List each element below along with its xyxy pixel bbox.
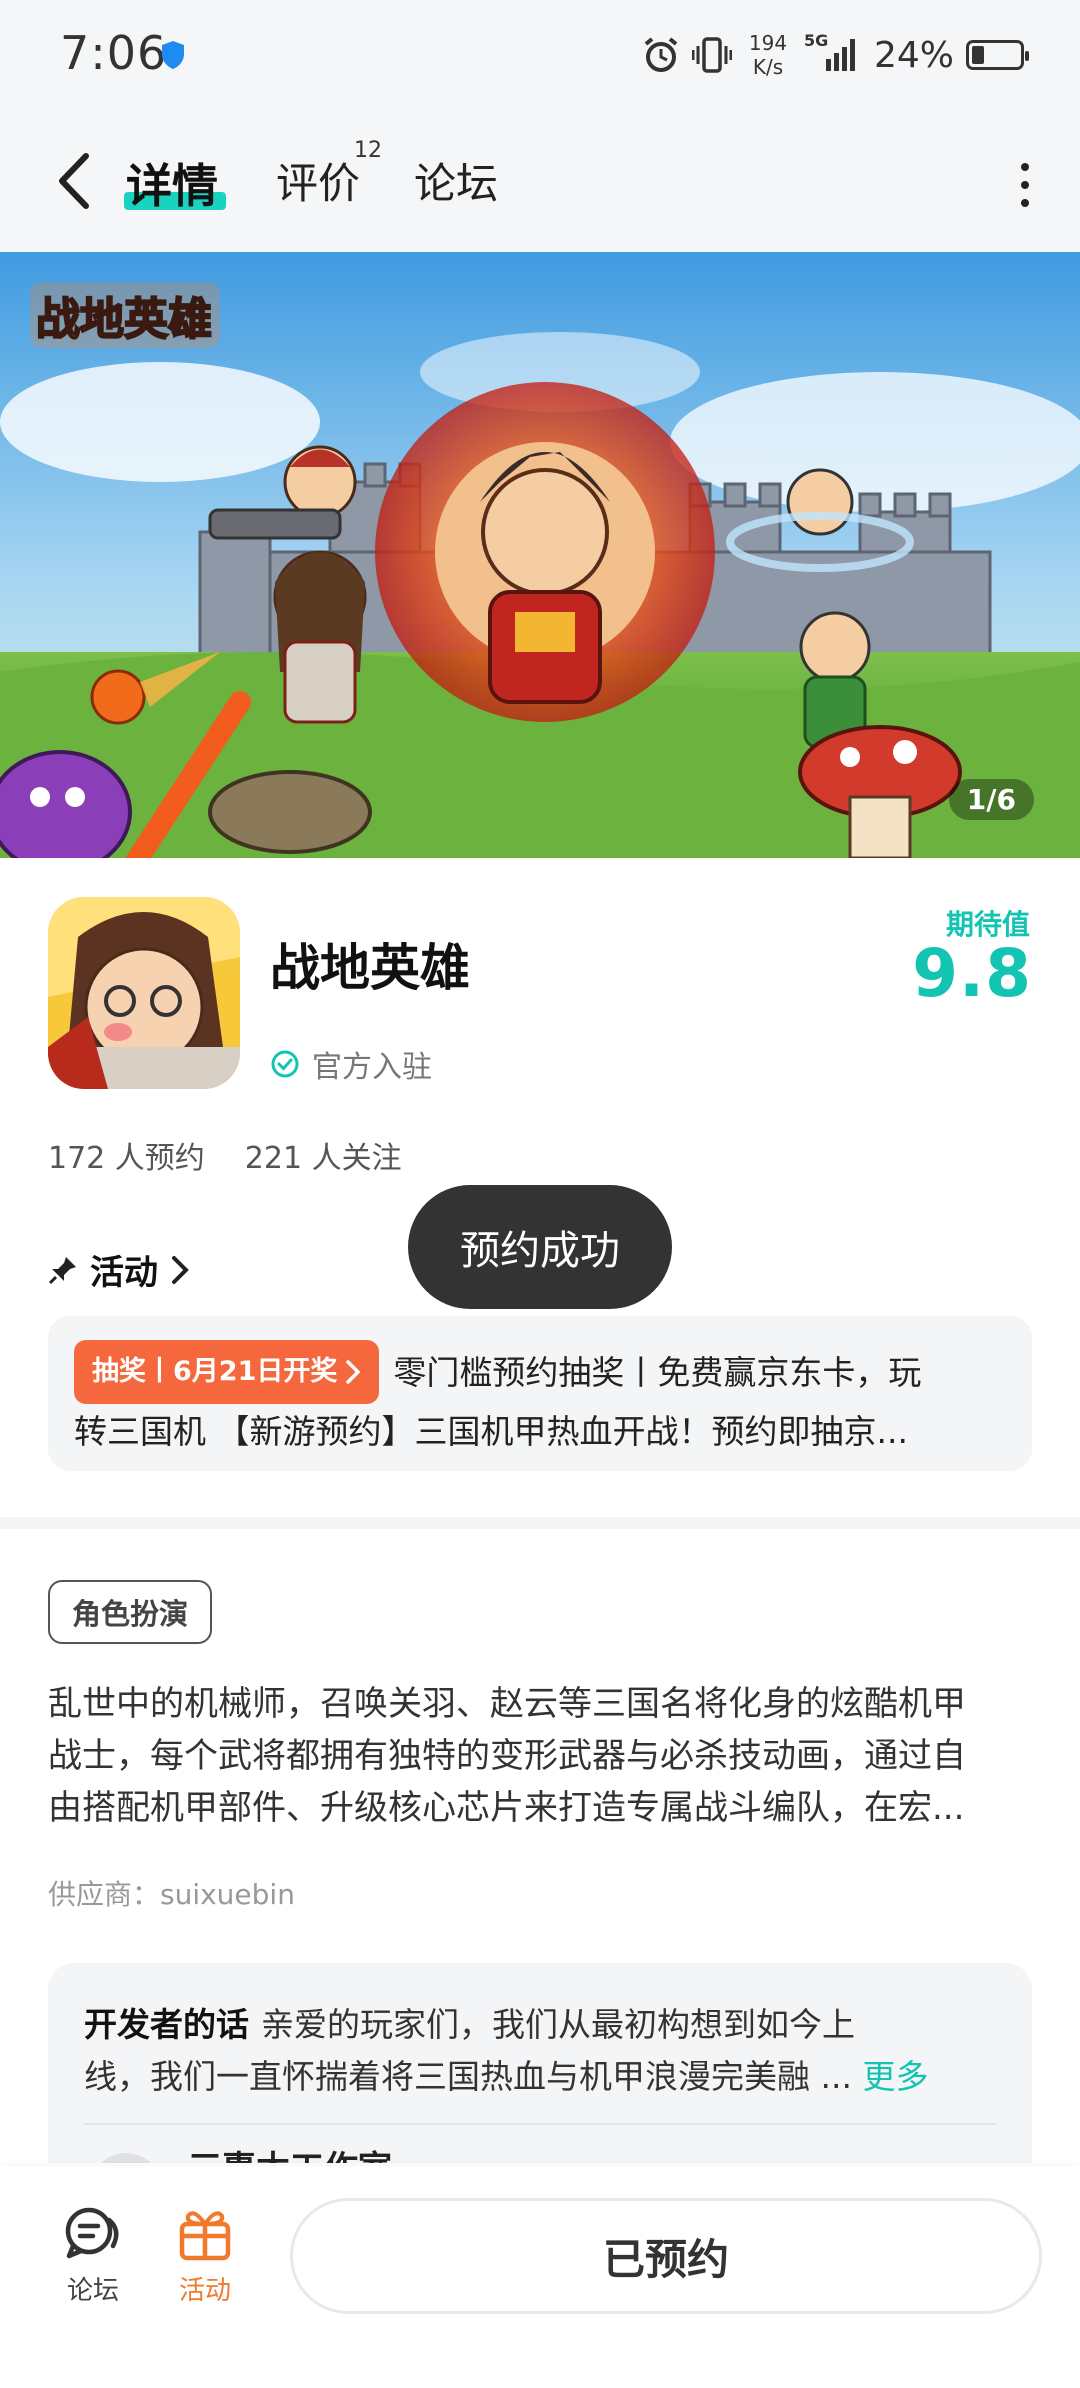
reserved-button[interactable]: 已预约 [290, 2198, 1042, 2314]
developer-note-more-link[interactable]: 更多 [862, 2057, 928, 2096]
supplier-info: 供应商：suixuebin [48, 1878, 295, 1911]
screenshot-carousel[interactable]: 战地英雄 1/6 [0, 252, 1080, 858]
developer-note-text-1: 亲爱的玩家们，我们从最初构想到如今上 [261, 2005, 855, 2044]
chevron-right-icon [172, 1255, 189, 1284]
description-line-1: 乱世中的机械师，召唤关羽、赵云等三国名将化身的炫酷机甲 [48, 1684, 966, 1724]
tab-reviews[interactable]: 评价 [276, 150, 360, 211]
net-speed-unit: K/s [752, 55, 784, 79]
signal-indicator: 5G [804, 31, 862, 75]
activity-section-header[interactable]: 活动 [48, 1245, 190, 1294]
battery-icon [966, 40, 1029, 70]
studio-name: 三惠木工作室 [188, 2141, 392, 2163]
status-bar: 7:06 194 K/s 5G 24% [0, 0, 1080, 110]
shield-icon [162, 41, 184, 69]
reservation-success-toast: 预约成功 [408, 1185, 672, 1309]
signal-icon [825, 39, 855, 71]
banner-logo-text: 战地英雄 [36, 294, 212, 345]
app-stats: 172 人预约 221 人关注 [48, 1133, 402, 1177]
description-line-3: 由搭配机甲部件、升级核心芯片来打造专属战斗编队，在宏... [48, 1788, 965, 1828]
forum-nav-button[interactable]: 论坛 [48, 2206, 138, 2307]
vibrate-icon [691, 37, 732, 73]
tab-forum[interactable]: 论坛 [414, 150, 498, 211]
follower-count: 221 人关注 [244, 1141, 402, 1176]
tag-chevron-icon [346, 1360, 361, 1384]
section-divider [0, 1517, 1080, 1529]
genre-tag[interactable]: 角色扮演 [48, 1580, 213, 1644]
status-time: 7:06 [60, 26, 168, 80]
app-icon [48, 897, 240, 1089]
game-description[interactable]: 乱世中的机械师，召唤关羽、赵云等三国名将化身的炫酷机甲 战士，每个武将都拥有独特… [48, 1678, 1032, 1834]
developer-note-line-1: 开发者的话 亲爱的玩家们，我们从最初构想到如今上 [84, 1999, 996, 2051]
forum-chat-icon [65, 2207, 119, 2259]
verified-check-icon [271, 1050, 299, 1078]
net-speed: 194 K/s [744, 31, 792, 79]
activity-text-1: 零门槛预约抽奖丨免费赢京东卡，玩 [393, 1353, 922, 1392]
expectation-score: 9.8 [912, 935, 1032, 1012]
activity-heading: 活动 [90, 1253, 158, 1293]
lottery-tag[interactable]: 抽奖丨6月21日开奖 [74, 1340, 380, 1404]
activity-card[interactable]: 抽奖丨6月21日开奖 零门槛预约抽奖丨免费赢京东卡，玩 转三国机 【新游预约】三国… [48, 1316, 1032, 1471]
more-options-icon[interactable] [1010, 160, 1040, 210]
official-label: 官方入驻 [312, 1050, 432, 1085]
developer-note-card[interactable]: 开发者的话 亲爱的玩家们，我们从最初构想到如今上 线，我们一直怀揣着将三国热血与机… [48, 1963, 1032, 2163]
reviews-count-badge: 12 [354, 138, 382, 163]
description-line-2: 战士，每个武将都拥有独特的变形武器与必杀技动画，通过自 [48, 1736, 966, 1776]
activity-nav-label: 活动 [178, 2276, 231, 2306]
app-icon-image [48, 897, 240, 1089]
game-banner-image: 战地英雄 [0, 252, 1080, 858]
app-name: 战地英雄 [270, 939, 470, 997]
forum-nav-label: 论坛 [66, 2276, 119, 2306]
top-nav: 详情 评价 12 论坛 [0, 110, 1080, 252]
reservation-count: 172 人预约 [48, 1141, 205, 1176]
developer-note-line-2: 线，我们一直怀揣着将三国热血与机甲浪漫完美融 ... 更多 [84, 2051, 996, 2103]
pin-icon [48, 1256, 76, 1284]
lottery-tag-label: 抽奖丨6月21日开奖 [92, 1356, 338, 1387]
activity-text-2: 转三国机 【新游预约】三国机甲热血开战！预约即抽京... [74, 1412, 908, 1451]
activity-nav-button[interactable]: 活动 [160, 2206, 250, 2307]
developer-note-text-2: 线，我们一直怀揣着将三国热血与机甲浪漫完美融 ... [84, 2057, 852, 2096]
developer-note-title: 开发者的话 [84, 2005, 249, 2044]
official-badge: 官方入驻 [270, 1042, 432, 1086]
studio-avatar [90, 2153, 162, 2163]
developer-card-divider [84, 2123, 996, 2125]
gift-icon [179, 2211, 231, 2261]
net-speed-value: 194 [748, 31, 788, 55]
back-arrow-icon[interactable] [48, 146, 108, 216]
battery-percent: 24% [873, 34, 954, 76]
tab-details[interactable]: 详情 [126, 150, 218, 216]
alarm-icon [644, 37, 678, 72]
carousel-counter: 1/6 [948, 779, 1034, 820]
bottom-action-bar: 论坛 活动 已预约 [0, 2166, 1080, 2388]
activity-line-1: 抽奖丨6月21日开奖 零门槛预约抽奖丨免费赢京东卡，玩 [74, 1340, 1006, 1404]
